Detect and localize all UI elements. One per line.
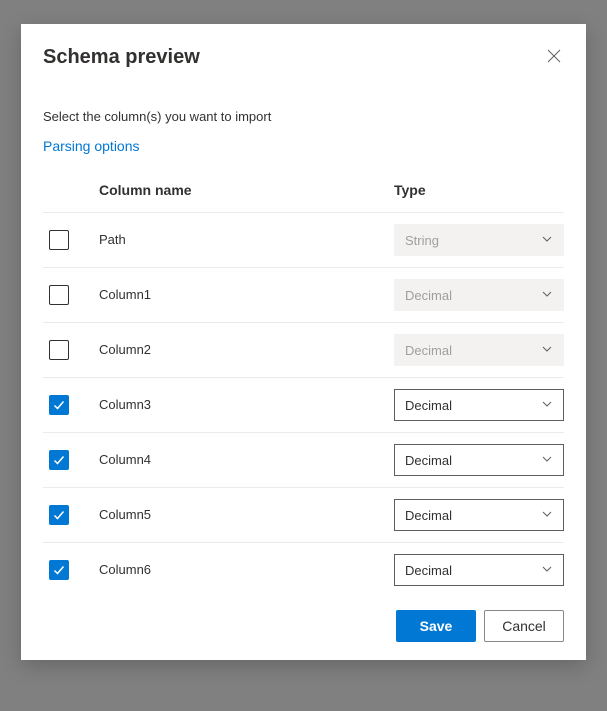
panel-footer: Save Cancel <box>21 592 586 660</box>
row-column-name: Column1 <box>99 287 151 302</box>
save-button[interactable]: Save <box>396 610 476 642</box>
header-column-name: Column name <box>99 182 394 198</box>
table-row: Path String <box>43 212 564 267</box>
row-checkbox[interactable] <box>49 230 69 250</box>
row-checkbox[interactable] <box>49 340 69 360</box>
chevron-down-icon <box>541 508 553 523</box>
row-checkbox[interactable] <box>49 505 69 525</box>
type-select-value: Decimal <box>405 563 452 578</box>
row-checkbox[interactable] <box>49 395 69 415</box>
row-column-name: Column5 <box>99 507 151 522</box>
type-select[interactable]: Decimal <box>394 444 564 476</box>
row-column-name: Column6 <box>99 562 151 577</box>
type-select[interactable]: Decimal <box>394 554 564 586</box>
row-checkbox[interactable] <box>49 560 69 580</box>
type-select-value: Decimal <box>405 453 452 468</box>
row-checkbox[interactable] <box>49 285 69 305</box>
chevron-down-icon <box>541 563 553 578</box>
chevron-down-icon <box>541 398 553 413</box>
close-icon <box>547 49 561 63</box>
type-select: String <box>394 224 564 256</box>
table-header: Column name Type <box>43 172 564 212</box>
row-column-name: Column3 <box>99 397 151 412</box>
chevron-down-icon <box>541 453 553 468</box>
panel-title: Schema preview <box>43 46 200 69</box>
type-select: Decimal <box>394 334 564 366</box>
type-select-value: Decimal <box>405 508 452 523</box>
type-select-value: Decimal <box>405 343 452 358</box>
table-row: Column2 Decimal <box>43 322 564 377</box>
table-row: Column3 Decimal <box>43 377 564 432</box>
close-button[interactable] <box>544 46 564 66</box>
table-row: Column6 Decimal <box>43 542 564 592</box>
panel-subtitle: Select the column(s) you want to import <box>21 69 586 124</box>
table-row: Column4 Decimal <box>43 432 564 487</box>
type-select[interactable]: Decimal <box>394 389 564 421</box>
chevron-down-icon <box>541 233 553 248</box>
row-column-name: Path <box>99 232 126 247</box>
parsing-options-link[interactable]: Parsing options <box>21 124 586 154</box>
row-column-name: Column4 <box>99 452 151 467</box>
schema-preview-panel: Schema preview Select the column(s) you … <box>21 24 586 660</box>
header-type: Type <box>394 182 564 198</box>
table-row: Column1 Decimal <box>43 267 564 322</box>
type-select: Decimal <box>394 279 564 311</box>
type-select[interactable]: Decimal <box>394 499 564 531</box>
chevron-down-icon <box>541 288 553 303</box>
panel-header: Schema preview <box>21 24 586 69</box>
columns-scroll-area[interactable]: Column name Type Path String Column1 Decima… <box>21 172 586 592</box>
row-checkbox[interactable] <box>49 450 69 470</box>
type-select-value: Decimal <box>405 288 452 303</box>
table-row: Column5 Decimal <box>43 487 564 542</box>
type-select-value: Decimal <box>405 398 452 413</box>
cancel-button[interactable]: Cancel <box>484 610 564 642</box>
row-column-name: Column2 <box>99 342 151 357</box>
type-select-value: String <box>405 233 439 248</box>
chevron-down-icon <box>541 343 553 358</box>
